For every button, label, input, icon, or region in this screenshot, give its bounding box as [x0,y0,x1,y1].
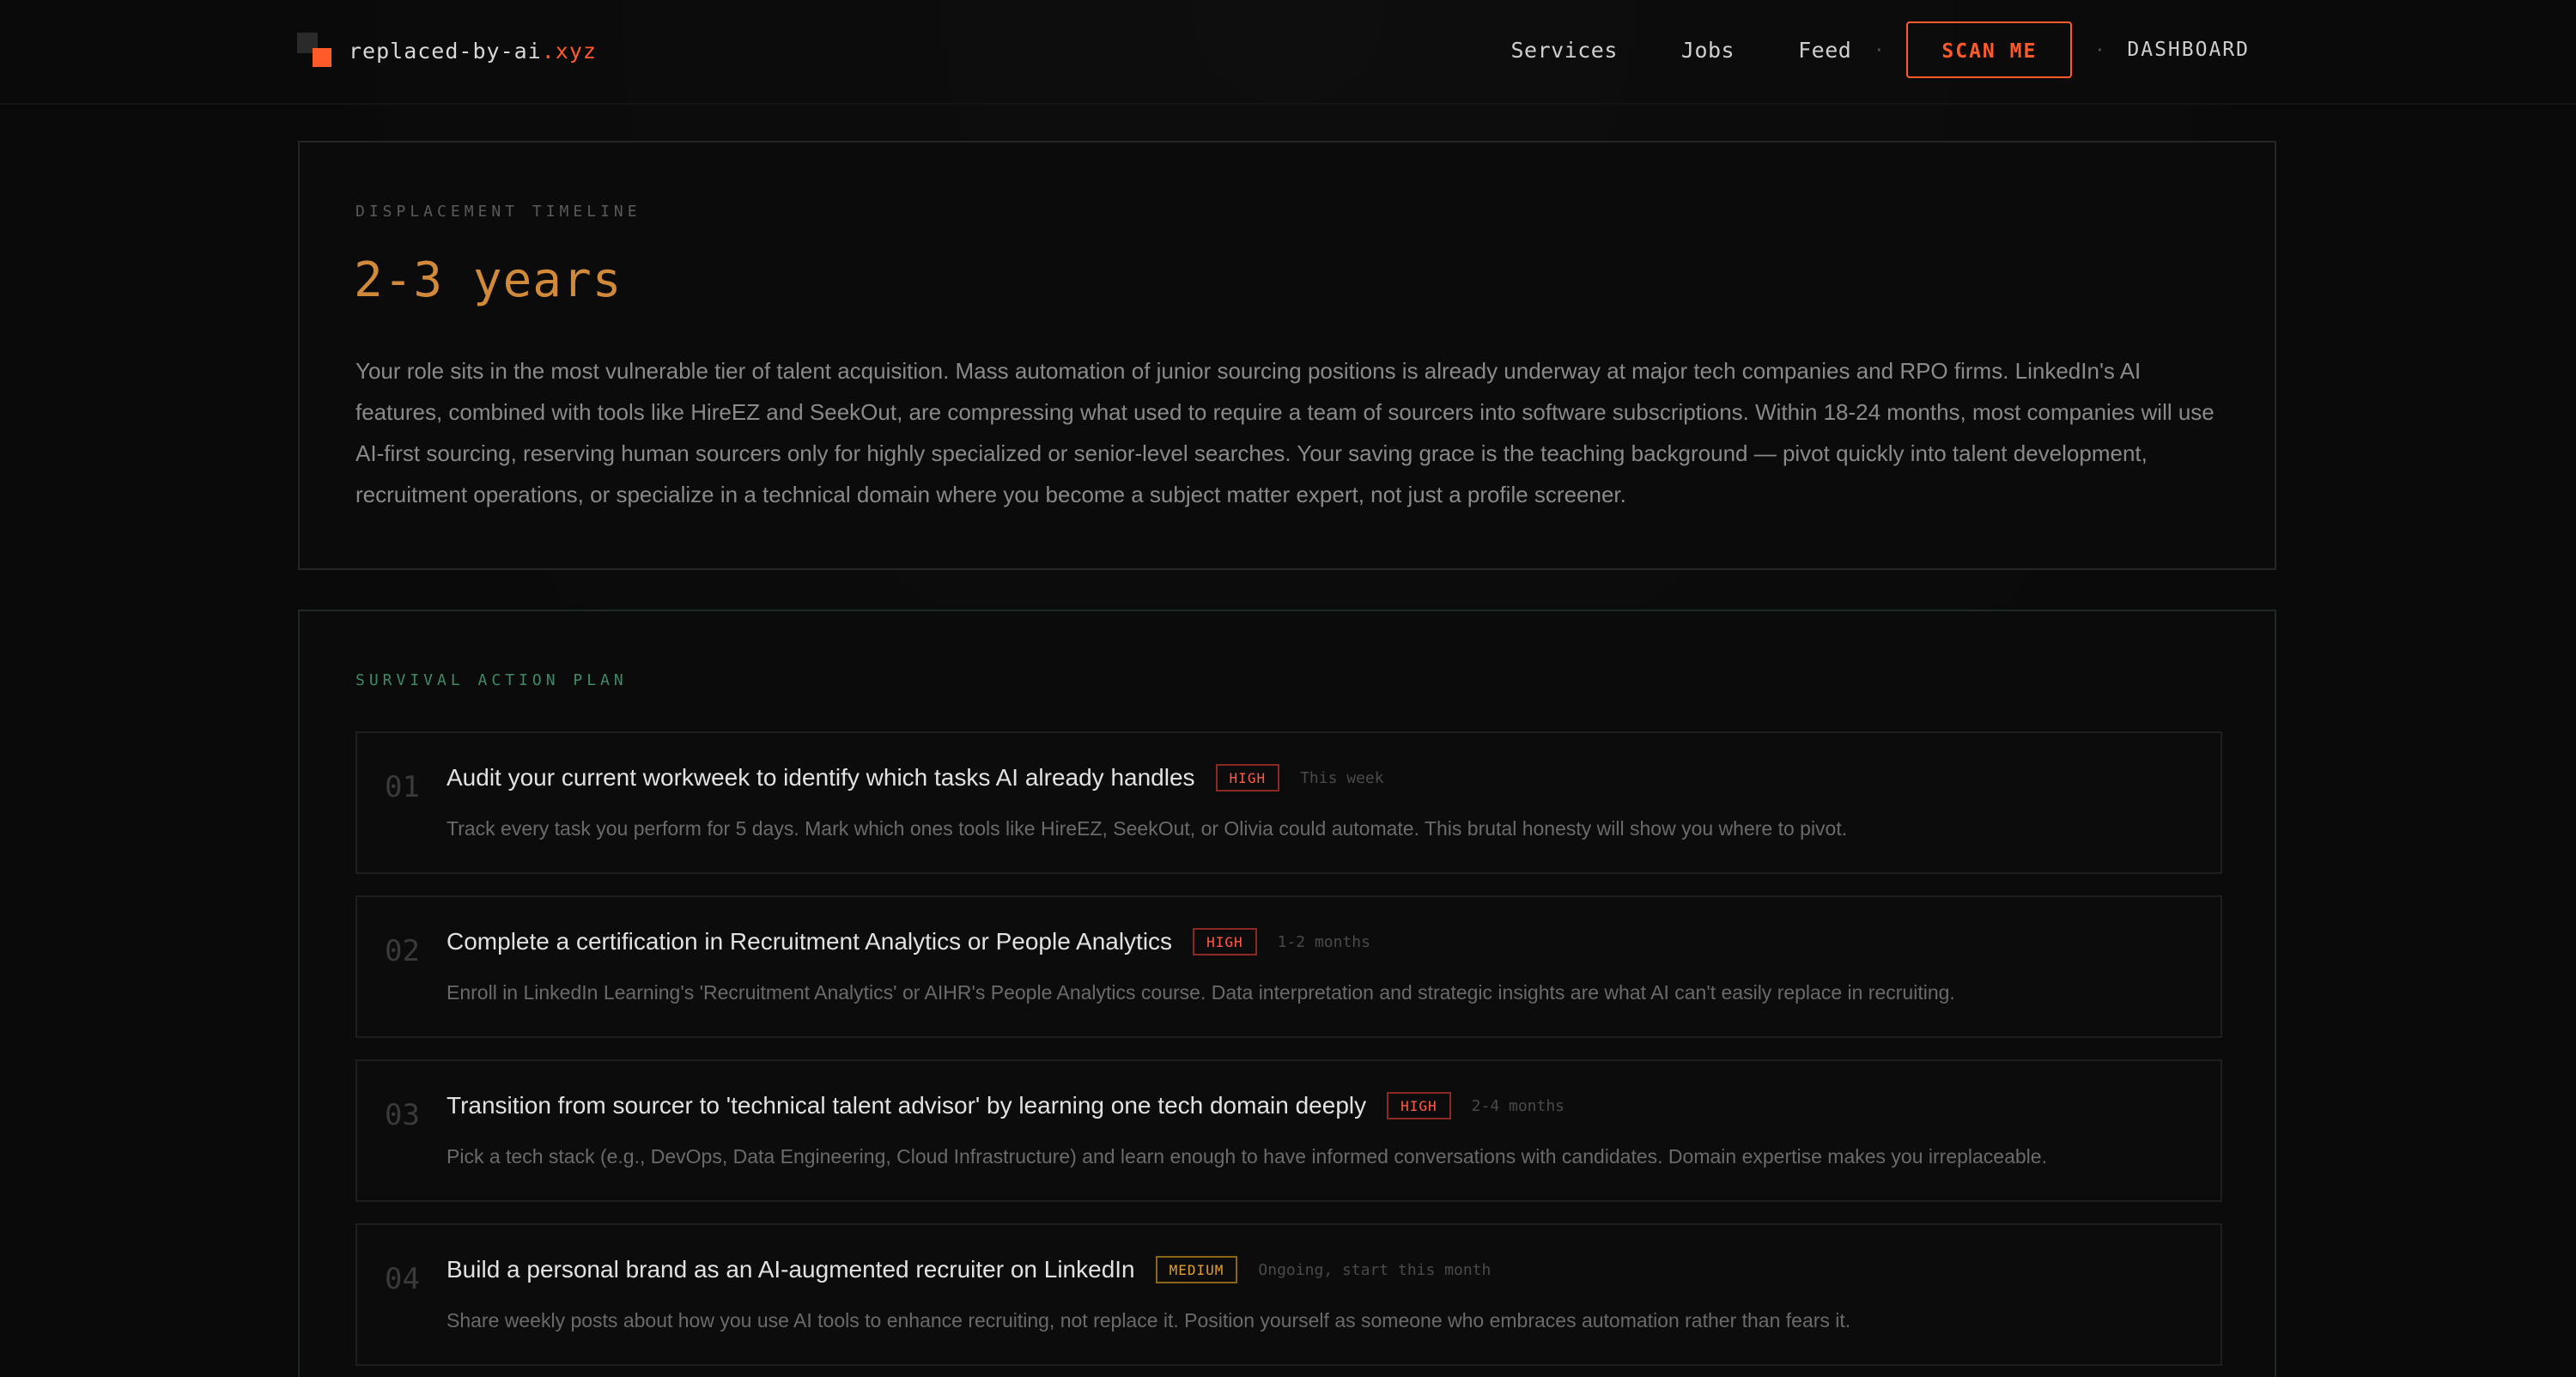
nav-feed[interactable]: Feed [1798,38,1851,63]
timeline-eyebrow: DISPLACEMENT TIMELINE [355,203,641,221]
action-title: Audit your current workweek to identify … [447,764,1195,791]
timeline-description: Your role sits in the most vulnerable ti… [355,358,2215,507]
nav-separator: · [2094,39,2105,60]
action-list: 01 Audit your current workweek to identi… [355,731,2222,1377]
action-timeframe: Ongoing, start this month [1258,1260,1492,1279]
action-number: 04 [385,1262,420,1296]
action-title: Build a personal brand as an AI-augmente… [447,1256,1135,1283]
action-description: Share weekly posts about how you use AI … [447,1309,1851,1332]
action-description: Pick a tech stack (e.g., DevOps, Data En… [447,1145,2047,1168]
priority-badge: MEDIUM [1155,1256,1238,1283]
priority-badge: HIGH [1215,764,1280,792]
brand-name: replaced-by-ai.xyz [349,38,597,64]
priority-badge: HIGH [1193,928,1257,955]
action-number: 01 [385,770,420,804]
action-timeframe: 1-2 months [1277,932,1370,951]
nav-jobs[interactable]: Jobs [1681,38,1735,63]
nav-separator: · [1874,39,1885,60]
action-item[interactable]: 02 Complete a certification in Recruitme… [355,895,2222,1038]
main-nav: Services Jobs Feed · SCAN ME · DASHBOARD [1510,21,2250,79]
nav-services[interactable]: Services [1510,38,1617,63]
action-item[interactable]: 03 Transition from sourcer to 'technical… [355,1059,2222,1202]
action-description: Track every task you perform for 5 days.… [447,817,1848,840]
brand-logo-link[interactable]: replaced-by-ai.xyz [297,33,597,69]
page: replaced-by-ai.xyz Services Jobs Feed · … [0,0,2576,1377]
logo-icon [297,33,333,69]
action-header: Build a personal brand as an AI-augmente… [447,1256,1491,1283]
timeline-value: 2-3 years [354,252,623,308]
scan-me-button[interactable]: SCAN ME [1906,21,2073,78]
survival-action-plan-panel: SURVIVAL ACTION PLAN 01 Audit your curre… [298,610,2276,1377]
survival-eyebrow: SURVIVAL ACTION PLAN [355,671,628,689]
action-description: Enroll in LinkedIn Learning's 'Recruitme… [447,981,1955,1004]
action-title: Complete a certification in Recruitment … [447,928,1173,955]
action-item[interactable]: 04 Build a personal brand as an AI-augme… [355,1223,2222,1366]
nav-dashboard[interactable]: DASHBOARD [2127,39,2250,61]
action-timeframe: 2-4 months [1471,1096,1565,1115]
action-header: Complete a certification in Recruitment … [447,928,1370,955]
action-header: Audit your current workweek to identify … [447,764,1384,792]
displacement-timeline-panel: DISPLACEMENT TIMELINE 2-3 years Your rol… [298,141,2276,570]
priority-badge: HIGH [1387,1092,1451,1119]
action-number: 03 [385,1098,420,1132]
action-item[interactable]: 01 Audit your current workweek to identi… [355,731,2222,874]
action-header: Transition from sourcer to 'technical ta… [447,1092,1564,1119]
action-timeframe: This week [1300,768,1384,787]
action-number: 02 [385,934,420,968]
top-header: replaced-by-ai.xyz Services Jobs Feed · … [0,0,2576,105]
action-title: Transition from sourcer to 'technical ta… [447,1092,1367,1119]
